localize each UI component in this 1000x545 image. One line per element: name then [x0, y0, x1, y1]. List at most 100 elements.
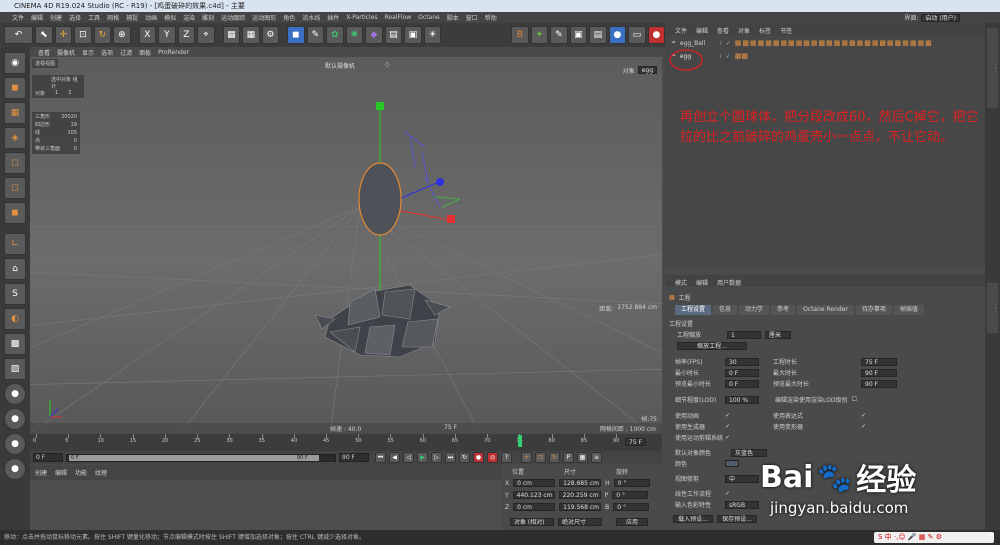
- position-z-field[interactable]: 0 cm: [513, 503, 556, 511]
- menu-item[interactable]: 雕刻: [202, 13, 214, 22]
- key-pla-icon[interactable]: ▦: [577, 452, 588, 463]
- play-icon[interactable]: ▶: [417, 452, 428, 463]
- tab-interpolation[interactable]: 帧插值: [893, 305, 924, 315]
- project-time-field[interactable]: 75 F: [861, 357, 897, 366]
- menu-item[interactable]: 工具: [88, 13, 100, 22]
- timeline[interactable]: 051015202530354045505560657075808590 75 …: [30, 434, 662, 451]
- tab-octane[interactable]: Octane Render: [797, 305, 854, 315]
- scale-icon[interactable]: ⊡: [74, 26, 92, 44]
- start-frame-field[interactable]: 0 F: [33, 453, 63, 462]
- frame-range-slider[interactable]: 0 F 90 F: [66, 453, 336, 462]
- subdivision-icon[interactable]: ✿: [326, 26, 344, 44]
- y-axis-button[interactable]: Y: [158, 26, 176, 44]
- key-scale-icon[interactable]: ⊡: [535, 452, 546, 463]
- tab-project-settings[interactable]: 工程设置: [675, 305, 712, 315]
- material-menu-item[interactable]: 编辑: [55, 468, 67, 477]
- use-expressions-checkbox[interactable]: ✓: [861, 412, 866, 419]
- plugin-icon[interactable]: ▤: [589, 26, 607, 44]
- egg-ball-object[interactable]: [358, 162, 402, 236]
- object-menu-item[interactable]: 查看: [717, 26, 729, 35]
- use-deformers-checkbox[interactable]: ✓: [861, 423, 866, 430]
- input-color-dropdown[interactable]: sRGB: [725, 500, 759, 509]
- position-x-field[interactable]: 0 cm: [513, 479, 556, 487]
- object-row-egg-ball[interactable]: ⏶ egg_Ball ⁞ ✓ ▦▩▦▩▦▩▦▩▦▩▦▩▦▩▦▩▦▩▦▩▦▩▦▩▦…: [671, 39, 981, 47]
- menu-item[interactable]: 流水线: [302, 13, 320, 22]
- menu-item[interactable]: 动画: [145, 13, 157, 22]
- cloner-icon[interactable]: ✺: [345, 26, 364, 44]
- fps-field[interactable]: 30: [725, 357, 759, 366]
- record-icon[interactable]: ●: [647, 26, 666, 44]
- x-axis-handle[interactable]: [447, 215, 455, 223]
- key-position-icon[interactable]: ✛: [521, 452, 532, 463]
- octane-icon[interactable]: ●: [608, 26, 627, 44]
- points-mode-icon[interactable]: ◻: [4, 152, 26, 174]
- rotation-h-field[interactable]: 0 °: [613, 479, 650, 487]
- light-icon[interactable]: ☀: [423, 26, 442, 44]
- viewport-menu-item[interactable]: 显示: [82, 48, 94, 57]
- workplane-icon[interactable]: ◈: [4, 127, 26, 149]
- size-mode-dropdown[interactable]: 绝对尺寸: [558, 518, 602, 526]
- project-scale-unit[interactable]: 厘米: [765, 330, 791, 339]
- object-name[interactable]: egg_Ball: [680, 40, 716, 47]
- linear-workflow-checkbox[interactable]: ✓: [725, 490, 730, 497]
- workplane-lock-icon[interactable]: ◐: [4, 308, 26, 330]
- x-axis-button[interactable]: X: [138, 26, 157, 44]
- scale-project-button[interactable]: 缩放工程...: [677, 342, 747, 350]
- attribute-menu-item[interactable]: 模式: [675, 278, 687, 287]
- perspective-viewport[interactable]: 透视视图 默认摄像机 ◇ 对象 egg 选中对象 组计 对象 1 2 三角形 20…: [30, 57, 662, 433]
- layout-dropdown[interactable]: 启动 (用户): [921, 13, 960, 22]
- menu-item[interactable]: 运动跟踪: [221, 13, 245, 22]
- plugin-icon[interactable]: ▣: [569, 26, 588, 44]
- use-motion-system-checkbox[interactable]: ✓: [725, 434, 730, 441]
- enabled-check-icon[interactable]: ✓: [726, 53, 731, 60]
- auto-key-icon[interactable]: ◎: [487, 452, 498, 463]
- coord-mode-dropdown[interactable]: 对象 (相对): [510, 518, 554, 526]
- tab-todo[interactable]: 待办事项: [855, 305, 892, 315]
- viewport-menu-item[interactable]: ProRender: [158, 49, 189, 56]
- end-frame-field[interactable]: 90 F: [339, 453, 369, 462]
- deformer-icon[interactable]: ◆: [365, 26, 383, 44]
- timeline-options-icon[interactable]: ≡: [591, 452, 602, 463]
- timeline-ruler[interactable]: 051015202530354045505560657075808590: [30, 434, 630, 451]
- rotation-b-field[interactable]: 0 °: [613, 503, 650, 511]
- axis-icon[interactable]: ∟: [4, 233, 26, 255]
- menu-item[interactable]: 窗口: [466, 13, 478, 22]
- preview-max-field[interactable]: 90 F: [861, 379, 897, 388]
- preview-min-field[interactable]: 0 F: [725, 379, 759, 388]
- menu-item[interactable]: 渲染: [183, 13, 195, 22]
- lattice-icon[interactable]: ▧: [4, 358, 26, 380]
- viewport-menu-item[interactable]: 过滤: [120, 48, 132, 57]
- menu-item[interactable]: 文件: [12, 13, 24, 22]
- menu-item[interactable]: Octane: [418, 14, 440, 21]
- z-axis-button[interactable]: Z: [177, 26, 196, 44]
- timeline-playhead[interactable]: [518, 435, 522, 447]
- object-menu-item[interactable]: 标签: [759, 26, 771, 35]
- menu-item[interactable]: 编辑: [31, 13, 43, 22]
- material-menu-item[interactable]: 创建: [35, 468, 47, 477]
- camera-menu-icon[interactable]: ◇: [385, 61, 390, 68]
- tab-reference[interactable]: 参考: [771, 305, 796, 315]
- viewport-menu-item[interactable]: 摄像机: [57, 48, 75, 57]
- sphere-material-icon[interactable]: ●: [4, 408, 26, 430]
- object-menu-item[interactable]: 编辑: [696, 26, 708, 35]
- coordinate-system-icon[interactable]: ⌖: [197, 26, 215, 44]
- visibility-icon[interactable]: ⁞: [720, 53, 722, 60]
- sphere-material-icon[interactable]: ●: [4, 458, 26, 480]
- attribute-menu-item[interactable]: 用户数据: [717, 278, 741, 287]
- menu-item[interactable]: 角色: [283, 13, 295, 22]
- key-param-icon[interactable]: P: [563, 452, 574, 463]
- prev-frame-icon[interactable]: ◁: [403, 452, 414, 463]
- viewport-menu-item[interactable]: 查看: [38, 48, 50, 57]
- side-tab[interactable]: · · ·: [987, 28, 998, 108]
- size-y-field[interactable]: 220.259 cm: [558, 491, 601, 499]
- render-picture-icon[interactable]: ▦: [242, 26, 260, 44]
- move-icon[interactable]: ✛: [54, 26, 73, 44]
- rotation-p-field[interactable]: 0 °: [612, 491, 649, 499]
- cube-icon[interactable]: ◼: [287, 26, 305, 44]
- save-preset-button[interactable]: 保存预设...: [717, 515, 757, 523]
- enabled-check-icon[interactable]: ✓: [726, 40, 731, 47]
- viewport-menu-item[interactable]: 选项: [101, 48, 113, 57]
- size-x-field[interactable]: 128.685 cm: [559, 479, 602, 487]
- color-swatch[interactable]: [725, 460, 739, 467]
- material-menu-item[interactable]: 功能: [75, 468, 87, 477]
